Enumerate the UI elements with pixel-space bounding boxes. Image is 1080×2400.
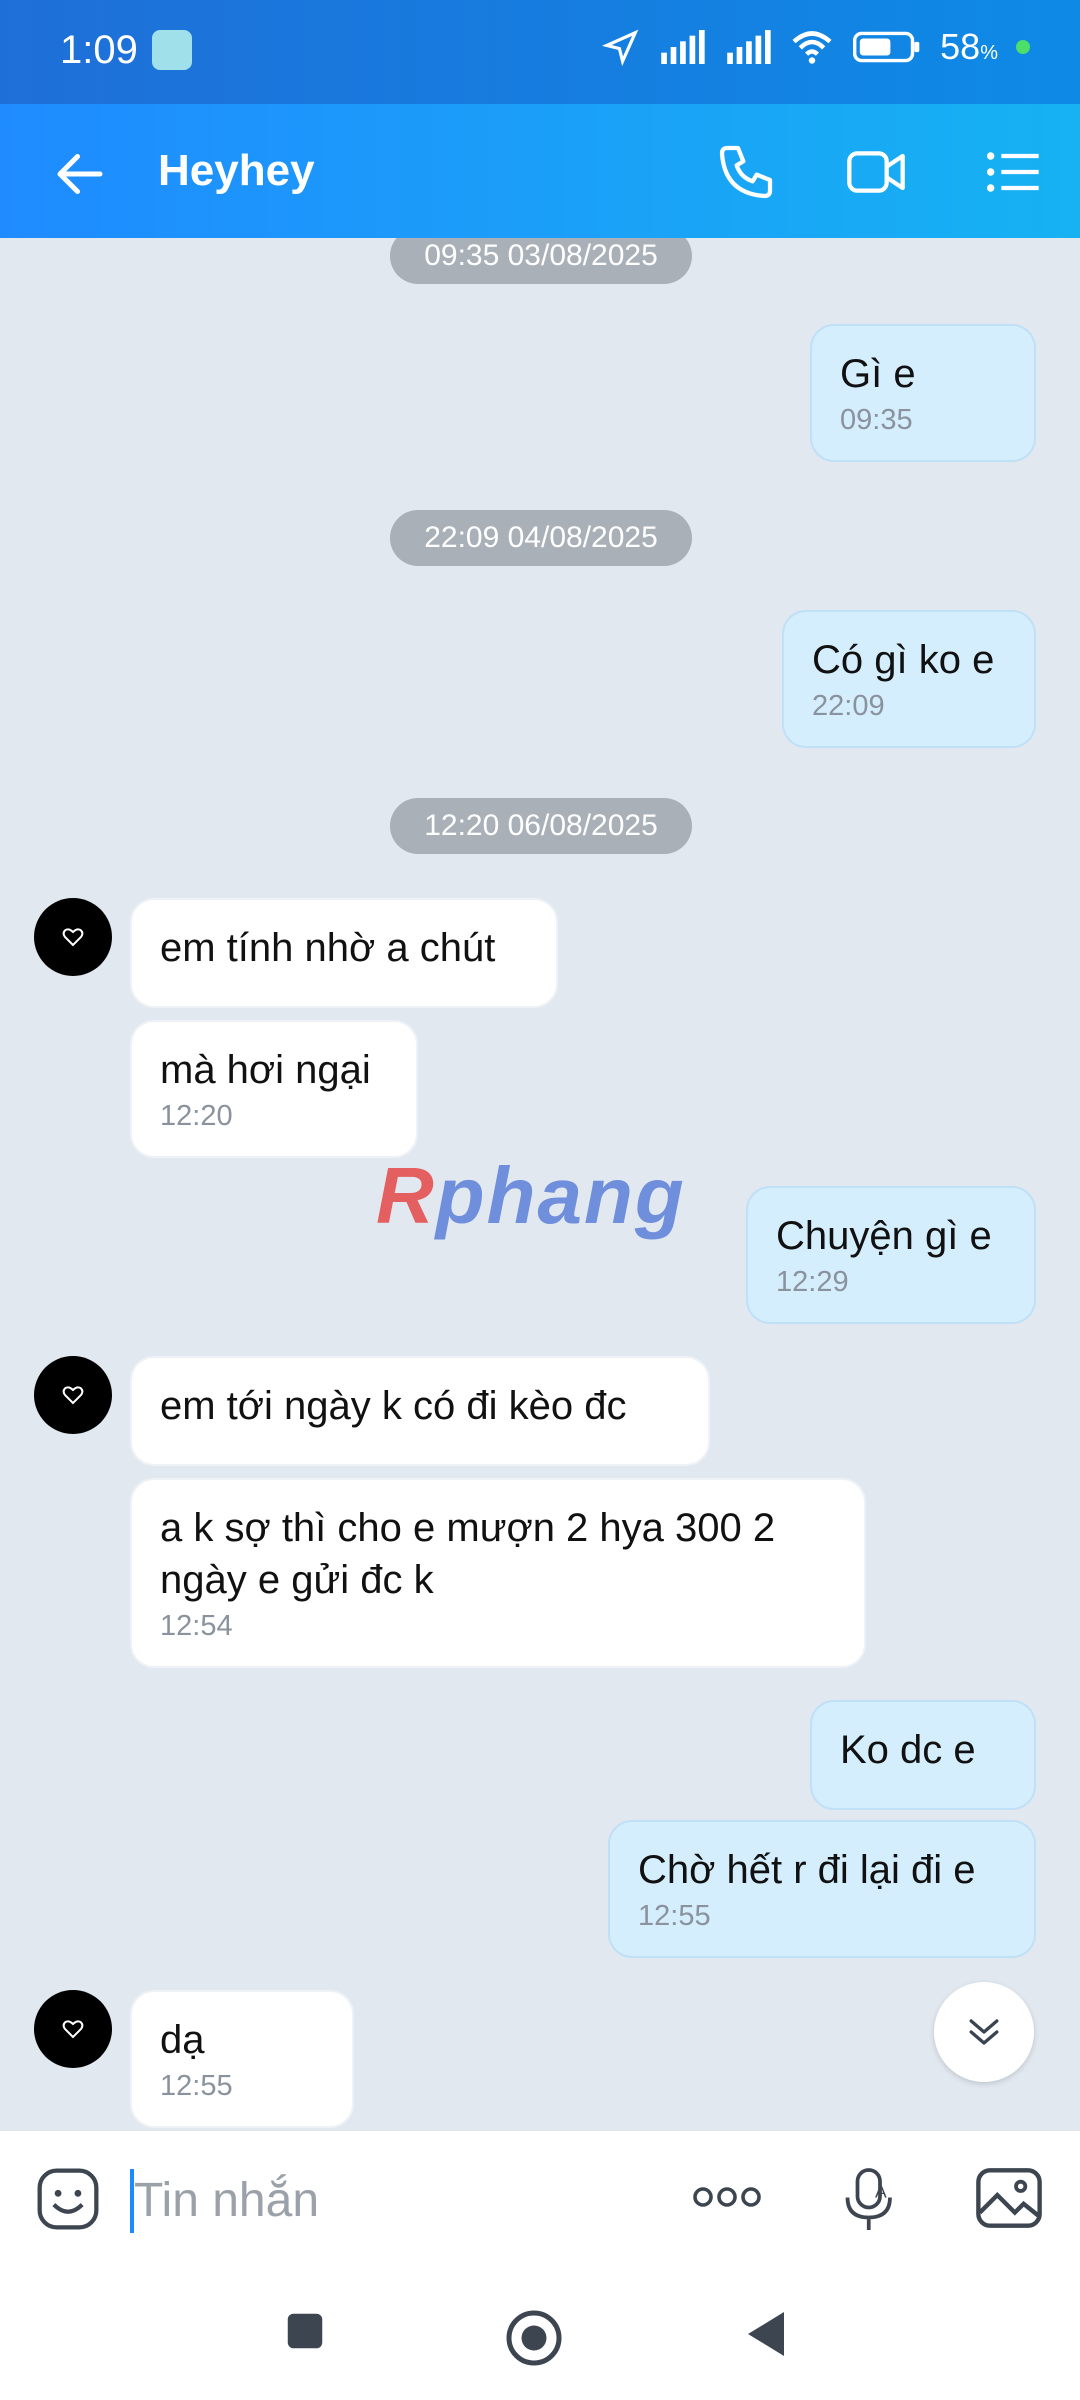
message-text: em tính nhờ a chút bbox=[160, 926, 496, 970]
message-text: em tới ngày k có đi kèo đc bbox=[160, 1384, 627, 1428]
scroll-to-bottom-button[interactable] bbox=[934, 1982, 1034, 2082]
back-arrow-icon[interactable] bbox=[50, 144, 110, 204]
voice-to-text-icon[interactable]: A bbox=[840, 2165, 900, 2235]
heart-icon bbox=[62, 2020, 84, 2039]
message-time: 22:09 bbox=[812, 690, 885, 722]
recent-apps-icon[interactable] bbox=[282, 2308, 328, 2354]
system-navigation-bar bbox=[0, 2264, 1080, 2400]
message-text: mà hơi ngại bbox=[160, 1048, 371, 1092]
message-time: 12:55 bbox=[160, 2070, 233, 2102]
message-text: dạ bbox=[160, 2018, 205, 2062]
message-input-bar: Tin nhắn A bbox=[0, 2130, 1080, 2265]
contact-avatar[interactable] bbox=[34, 1356, 112, 1434]
svg-text:A: A bbox=[875, 2182, 887, 2202]
message-time: 12:29 bbox=[776, 1266, 849, 1298]
status-time: 1:09 bbox=[60, 28, 138, 72]
wifi-icon bbox=[792, 31, 832, 64]
signal-icon bbox=[661, 30, 705, 64]
privacy-indicator bbox=[1016, 40, 1030, 54]
heart-icon bbox=[62, 1386, 84, 1405]
double-chevron-down-icon bbox=[969, 2019, 999, 2045]
date-separator: 09:35 03/08/2025 bbox=[390, 238, 692, 284]
status-app-icon bbox=[152, 30, 192, 70]
video-call-icon[interactable] bbox=[840, 140, 912, 204]
message-bubble-outgoing[interactable]: Ko dc e bbox=[810, 1700, 1036, 1810]
battery-icon bbox=[853, 31, 920, 63]
message-bubble-incoming[interactable]: a k sợ thì cho e mượn 2 hya 300 2 ngày e… bbox=[130, 1478, 866, 1668]
home-icon[interactable] bbox=[504, 2308, 564, 2368]
message-text: a k sợ thì cho e mượn 2 hya 300 2 ngày e… bbox=[160, 1506, 776, 1602]
message-bubble-outgoing[interactable]: Gì e 09:35 bbox=[810, 324, 1036, 462]
message-time: 12:20 bbox=[160, 1100, 233, 1132]
phone-call-icon[interactable] bbox=[710, 140, 782, 204]
message-time: 09:35 bbox=[840, 404, 913, 436]
battery-percent: 58% bbox=[940, 26, 998, 67]
message-bubble-incoming[interactable]: em tính nhờ a chút bbox=[130, 898, 558, 1008]
watermark-logo: Rphang bbox=[376, 1151, 686, 1240]
status-icons: 58% bbox=[602, 26, 1030, 68]
image-gallery-icon[interactable] bbox=[974, 2165, 1044, 2231]
message-time: 12:55 bbox=[638, 1900, 711, 1932]
message-input[interactable]: Tin nhắn bbox=[134, 2173, 319, 2228]
message-text: Chờ hết r đi lại đi e bbox=[638, 1848, 976, 1892]
signal-icon-2 bbox=[727, 30, 771, 64]
heart-icon bbox=[62, 928, 84, 947]
contact-name[interactable]: Heyhey bbox=[158, 146, 315, 196]
message-time: 12:54 bbox=[160, 1610, 233, 1642]
message-text: Chuyện gì e bbox=[776, 1214, 992, 1258]
message-bubble-incoming[interactable]: mà hơi ngại 12:20 bbox=[130, 1020, 418, 1158]
more-options-icon[interactable] bbox=[690, 2177, 764, 2217]
chat-header: Heyhey bbox=[0, 104, 1080, 238]
message-bubble-outgoing[interactable]: Chờ hết r đi lại đi e 12:55 bbox=[608, 1820, 1036, 1958]
message-bubble-incoming[interactable]: em tới ngày k có đi kèo đc bbox=[130, 1356, 710, 1466]
contact-avatar[interactable] bbox=[34, 898, 112, 976]
location-icon bbox=[602, 29, 639, 66]
message-bubble-outgoing[interactable]: Có gì ko e 22:09 bbox=[782, 610, 1036, 748]
message-text: Ko dc e bbox=[840, 1728, 976, 1772]
date-separator: 22:09 04/08/2025 bbox=[390, 510, 692, 566]
status-bar: 1:09 58% bbox=[0, 0, 1080, 104]
sticker-emoji-icon[interactable] bbox=[34, 2165, 102, 2233]
message-text: Gì e bbox=[840, 352, 916, 396]
contact-avatar[interactable] bbox=[34, 1990, 112, 2068]
menu-list-icon[interactable] bbox=[976, 140, 1048, 204]
message-bubble-outgoing[interactable]: Chuyện gì e 12:29 bbox=[746, 1186, 1036, 1324]
date-separator: 12:20 06/08/2025 bbox=[390, 798, 692, 854]
back-nav-icon[interactable] bbox=[742, 2308, 790, 2360]
message-bubble-incoming[interactable]: dạ 12:55 bbox=[130, 1990, 354, 2128]
message-text: Có gì ko e bbox=[812, 638, 995, 682]
